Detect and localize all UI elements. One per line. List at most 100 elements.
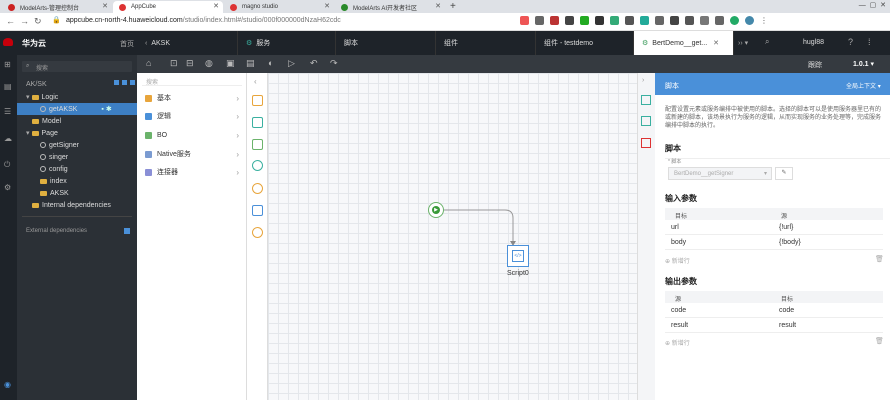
extension-icon[interactable] [670,16,679,25]
extension-icon[interactable] [535,16,544,25]
trash-icon[interactable]: 🗑 [875,255,884,263]
start-node[interactable]: ▶ [428,202,444,218]
component-category[interactable]: 基本 › [137,89,247,107]
variable-icon[interactable] [641,138,651,148]
window-controls[interactable]: — ▢ ✕ [859,1,886,9]
tree-item-aksk[interactable]: AKSK [40,187,69,199]
close-icon[interactable]: ✕ [713,39,719,47]
move-shape-icon[interactable] [252,205,263,216]
extension-icon[interactable] [640,16,649,25]
component-category[interactable]: 连接器 › [137,163,247,181]
script-select[interactable]: BertDemo__getSigner ▾ [668,167,772,180]
close-icon[interactable]: ✕ [102,2,108,10]
lock-icon[interactable]: 🔒 [52,16,61,24]
tree-item-config[interactable]: config [40,163,68,175]
lock-icon[interactable]: ⊡ [170,58,178,69]
filter-icon[interactable] [122,80,127,85]
save-as-icon[interactable]: ▤ [246,58,255,69]
component-category[interactable]: 逻辑 › [137,107,247,125]
tree-item-model[interactable]: Model [32,115,61,127]
add-icon[interactable] [114,80,119,85]
tab-service[interactable]: ⚙ 服务 [238,31,336,55]
chevron-left-icon[interactable]: ‹ [254,77,257,86]
chevron-right-icon[interactable]: › [642,77,644,84]
add-icon[interactable] [124,228,130,234]
collapse-icon[interactable] [130,80,135,85]
tree-item-index[interactable]: index [40,175,67,187]
profile-avatar[interactable] [745,16,754,25]
locate-icon[interactable]: ⌂ [146,58,151,68]
structure-icon[interactable]: ⊞ [4,60,11,69]
loop-shape-icon[interactable] [252,160,263,171]
extension-icon[interactable] [655,16,664,25]
tab-script[interactable]: 脚本 [336,31,436,55]
extension-icon[interactable] [625,16,634,25]
tab-bertdemo[interactable]: ⚙ BertDemo__get... ✕ [634,31,734,55]
component-category[interactable]: BO › [137,126,247,144]
script-shape-icon[interactable] [252,95,263,106]
property-icon[interactable] [641,95,651,105]
table-row[interactable]: body {!body} [665,235,883,250]
script-node[interactable]: </> [507,245,529,267]
extension-icon[interactable] [715,16,724,25]
close-icon[interactable]: ✕ [213,2,219,10]
extension-icon[interactable] [700,16,709,25]
extension-icon[interactable] [520,16,529,25]
browser-tab[interactable]: ModelArts-管理控制台 ✕ [2,1,112,13]
extension-icon[interactable] [610,16,619,25]
add-row-button[interactable]: ⊕ 新增行 [665,338,690,347]
tree-item-singer[interactable]: singer [40,151,68,163]
item-actions-icon[interactable]: ▪ ✱ [101,105,111,113]
back-icon[interactable]: ← [6,16,15,26]
extension-icon[interactable] [685,16,694,25]
list-icon[interactable]: ☰ [4,107,11,116]
list-shape-icon[interactable] [252,139,263,150]
power-icon[interactable]: ⏻ [4,160,10,170]
table-row[interactable]: result result [665,318,883,333]
table-row[interactable]: url {!url} [665,220,883,235]
tree-item-page[interactable]: ▾ Page [26,127,58,139]
unlock-icon[interactable]: ⊟ [186,58,194,69]
edit-script-button[interactable]: ✎ [775,167,793,180]
tab-scroll-icon[interactable]: ›› ▾ [738,39,748,47]
tree-item-getaksk[interactable]: getAKSK ▪ ✱ [17,103,137,115]
undo-icon[interactable]: ↶ [310,58,318,69]
component-category[interactable]: Native服务 › [137,145,247,163]
debug-icon[interactable]: ⚙ [4,183,11,192]
explorer-search[interactable]: ⌕ 搜索 [22,61,132,72]
tree-item-getsigner[interactable]: getSigner [40,139,79,151]
new-tab-button[interactable]: + [450,1,456,12]
user-name[interactable]: hugl88 [803,39,824,46]
component-search[interactable]: 搜索 [142,76,242,86]
data-icon[interactable]: ▤ [4,82,12,91]
extension-icon[interactable] [730,16,739,25]
tab-component[interactable]: 组件 [436,31,536,55]
tree-shape-icon[interactable] [252,117,263,128]
extension-icon[interactable] [550,16,559,25]
apps-icon[interactable]: ⁞ [868,37,871,47]
redo-icon[interactable]: ↷ [330,58,338,69]
close-icon[interactable]: ✕ [435,2,441,10]
decision-shape-icon[interactable] [252,183,263,194]
reload-icon[interactable]: ↻ [34,16,42,27]
extension-icon[interactable] [595,16,604,25]
external-deps[interactable]: External dependencies [26,228,87,234]
extension-icon[interactable] [580,16,589,25]
browser-tab[interactable]: magno studio ✕ [224,1,334,13]
assistant-icon[interactable]: ◉ [4,380,11,389]
debug-run-icon[interactable]: ▷ [288,58,295,69]
trash-icon[interactable]: 🗑 [875,337,884,345]
add-row-button[interactable]: ⊕ 新增行 [665,256,690,265]
cloud-icon[interactable]: ☁ [4,134,12,143]
extension-icon[interactable] [565,16,574,25]
browser-tab-active[interactable]: AppCube ✕ [113,1,223,13]
tab-component-testdemo[interactable]: 组件 - testdemo [536,31,634,55]
debug-link[interactable]: 跟踪 [808,60,822,70]
url-field[interactable]: appcube.cn-north-4.huaweicloud.com/studi… [66,17,341,24]
home-link[interactable]: 首页 [120,39,134,49]
close-icon[interactable]: ✕ [324,2,330,10]
search-icon[interactable]: ⌕ [765,37,769,47]
menu-icon[interactable]: ⋮ [760,16,768,28]
tree-item-internal-deps[interactable]: Internal dependencies [32,199,111,211]
global-context-link[interactable]: 全局上下文 ▾ [846,81,881,90]
